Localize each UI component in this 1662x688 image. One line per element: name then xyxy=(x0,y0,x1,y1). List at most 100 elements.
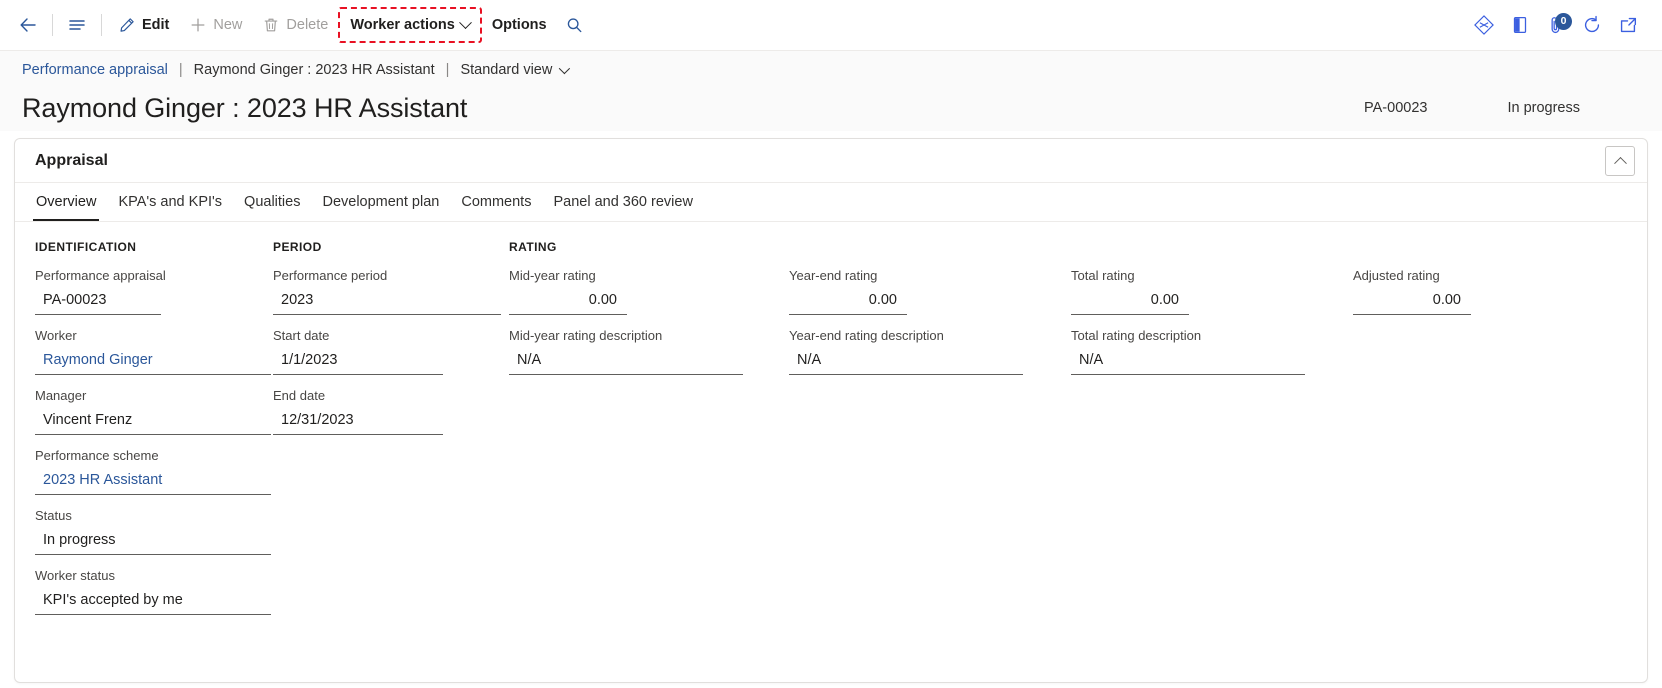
toolbar-divider-2 xyxy=(101,14,102,36)
tab-comments[interactable]: Comments xyxy=(450,183,542,221)
field-status-label: Status xyxy=(35,508,72,523)
field-start-date-input[interactable]: 1/1/2023 xyxy=(273,346,443,375)
year-end-rating-group: Year-end rating 0.00 Year-end rating des… xyxy=(789,240,1051,388)
field-adjusted-rating-input[interactable]: 0.00 xyxy=(1353,286,1471,315)
field-manager-label: Manager xyxy=(35,388,87,403)
field-year-end-rating-description-label: Year-end rating description xyxy=(789,328,944,343)
field-year-end-rating-input[interactable]: 0.00 xyxy=(789,286,907,315)
back-button[interactable] xyxy=(10,7,46,43)
chevron-down-icon xyxy=(458,15,472,29)
field-mid-year-rating-description-label: Mid-year rating description xyxy=(509,328,663,343)
toolbar-divider xyxy=(52,14,53,36)
office-book-button[interactable] xyxy=(1502,7,1538,43)
tab-comments-label: Comments xyxy=(461,194,532,210)
new-button-label: New xyxy=(213,17,243,33)
options-button[interactable]: Options xyxy=(482,7,557,43)
open-in-new-icon xyxy=(1620,17,1637,33)
rating-heading-spacer-3 xyxy=(1353,240,1615,256)
field-performance-scheme-input[interactable]: 2023 HR Assistant xyxy=(35,466,271,495)
dynamics-diamond-icon xyxy=(1474,15,1494,35)
command-bar-left: Edit New Delete Worker actions Options xyxy=(0,0,593,50)
edit-button[interactable]: Edit xyxy=(108,7,179,43)
office-book-icon xyxy=(1513,17,1527,33)
delete-button-label: Delete xyxy=(286,17,329,33)
field-total-rating-description-input[interactable]: N/A xyxy=(1071,346,1305,375)
attachments-count-badge: 0 xyxy=(1555,13,1572,30)
hamburger-icon xyxy=(69,20,85,30)
field-mid-year-rating-description-input[interactable]: N/A xyxy=(509,346,743,375)
field-total-rating: Total rating 0.00 xyxy=(1071,268,1333,315)
field-performance-appraisal: Performance appraisal PA-00023 xyxy=(35,268,283,315)
search-button[interactable] xyxy=(557,7,593,43)
field-year-end-rating-description: Year-end rating description N/A xyxy=(789,328,1051,375)
field-worker-label: Worker xyxy=(35,328,77,343)
refresh-button[interactable] xyxy=(1574,7,1610,43)
plus-icon xyxy=(191,18,205,32)
appraisal-card-header: Appraisal xyxy=(15,139,1647,183)
app-window: Edit New Delete Worker actions Options 0… xyxy=(0,0,1662,688)
field-end-date: End date 12/31/2023 xyxy=(273,388,511,435)
field-manager: Manager Vincent Frenz xyxy=(35,388,283,435)
arrow-left-icon xyxy=(20,18,36,32)
breadcrumb-separator-2: | xyxy=(445,62,450,78)
field-worker: Worker Raymond Ginger xyxy=(35,328,283,375)
field-performance-period-input[interactable]: 2023 xyxy=(273,286,501,315)
field-total-rating-label: Total rating xyxy=(1071,268,1135,283)
dynamics-diamond-button[interactable] xyxy=(1466,7,1502,43)
field-performance-appraisal-input[interactable]: PA-00023 xyxy=(35,286,161,315)
field-status: Status In progress xyxy=(35,508,283,555)
identification-heading: IDENTIFICATION xyxy=(35,240,137,254)
chevron-down-icon xyxy=(559,62,571,75)
tab-kpas-and-kpis-label: KPA's and KPI's xyxy=(118,194,223,210)
tab-qualities-label: Qualities xyxy=(244,194,301,210)
field-performance-scheme: Performance scheme 2023 HR Assistant xyxy=(35,448,283,495)
field-start-date-label: Start date xyxy=(273,328,330,343)
field-mid-year-rating-input[interactable]: 0.00 xyxy=(509,286,627,315)
attachments-button[interactable]: 0 xyxy=(1538,7,1574,43)
field-worker-input[interactable]: Raymond Ginger xyxy=(35,346,271,375)
pencil-icon xyxy=(120,18,134,32)
breadcrumb: Performance appraisal | Raymond Ginger :… xyxy=(0,51,1662,89)
period-heading: PERIOD xyxy=(273,240,322,254)
navigation-menu-button[interactable] xyxy=(59,7,95,43)
overview-form: IDENTIFICATION Performance appraisal PA-… xyxy=(15,222,1647,682)
field-worker-status-input[interactable]: KPI's accepted by me xyxy=(35,586,271,615)
field-performance-scheme-label: Performance scheme xyxy=(35,448,159,463)
field-manager-input[interactable]: Vincent Frenz xyxy=(35,406,271,435)
field-total-rating-input[interactable]: 0.00 xyxy=(1071,286,1189,315)
breadcrumb-separator-1: | xyxy=(178,62,183,78)
appraisal-card-title: Appraisal xyxy=(35,151,108,169)
field-adjusted-rating-label: Adjusted rating xyxy=(1353,268,1440,283)
page-header-meta: PA-00023 In progress xyxy=(1364,100,1640,116)
adjusted-rating-group: Adjusted rating 0.00 xyxy=(1353,240,1615,328)
total-rating-group: Total rating 0.00 Total rating descripti… xyxy=(1071,240,1333,388)
open-in-new-button[interactable] xyxy=(1610,7,1646,43)
tab-qualities[interactable]: Qualities xyxy=(233,183,311,221)
tab-overview[interactable]: Overview xyxy=(25,183,107,221)
delete-button[interactable]: Delete xyxy=(252,7,338,43)
field-end-date-input[interactable]: 12/31/2023 xyxy=(273,406,443,435)
record-id: PA-00023 xyxy=(1364,100,1428,116)
worker-actions-label: Worker actions xyxy=(350,17,455,33)
tab-panel-and-360-review[interactable]: Panel and 360 review xyxy=(542,183,703,221)
refresh-icon xyxy=(1584,15,1600,33)
breadcrumb-root-link[interactable]: Performance appraisal xyxy=(22,62,168,78)
field-year-end-rating-label: Year-end rating xyxy=(789,268,878,283)
field-mid-year-rating-description: Mid-year rating description N/A xyxy=(509,328,771,375)
field-end-date-label: End date xyxy=(273,388,326,403)
tab-kpas-and-kpis[interactable]: KPA's and KPI's xyxy=(107,183,233,221)
field-performance-appraisal-label: Performance appraisal xyxy=(35,268,166,283)
page-title: Raymond Ginger : 2023 HR Assistant xyxy=(22,92,468,123)
field-start-date: Start date 1/1/2023 xyxy=(273,328,511,375)
collapse-section-button[interactable] xyxy=(1605,145,1635,176)
tab-development-plan[interactable]: Development plan xyxy=(311,183,450,221)
new-button[interactable]: New xyxy=(179,7,252,43)
field-adjusted-rating: Adjusted rating 0.00 xyxy=(1353,268,1615,315)
field-year-end-rating-description-input[interactable]: N/A xyxy=(789,346,1023,375)
worker-actions-button[interactable]: Worker actions xyxy=(338,7,482,43)
field-status-input[interactable]: In progress xyxy=(35,526,271,555)
identification-section: IDENTIFICATION Performance appraisal PA-… xyxy=(35,240,283,628)
period-section: PERIOD Performance period 2023 Start dat… xyxy=(273,240,511,448)
view-selector[interactable]: Standard view xyxy=(460,62,571,78)
command-bar: Edit New Delete Worker actions Options 0 xyxy=(0,0,1662,51)
